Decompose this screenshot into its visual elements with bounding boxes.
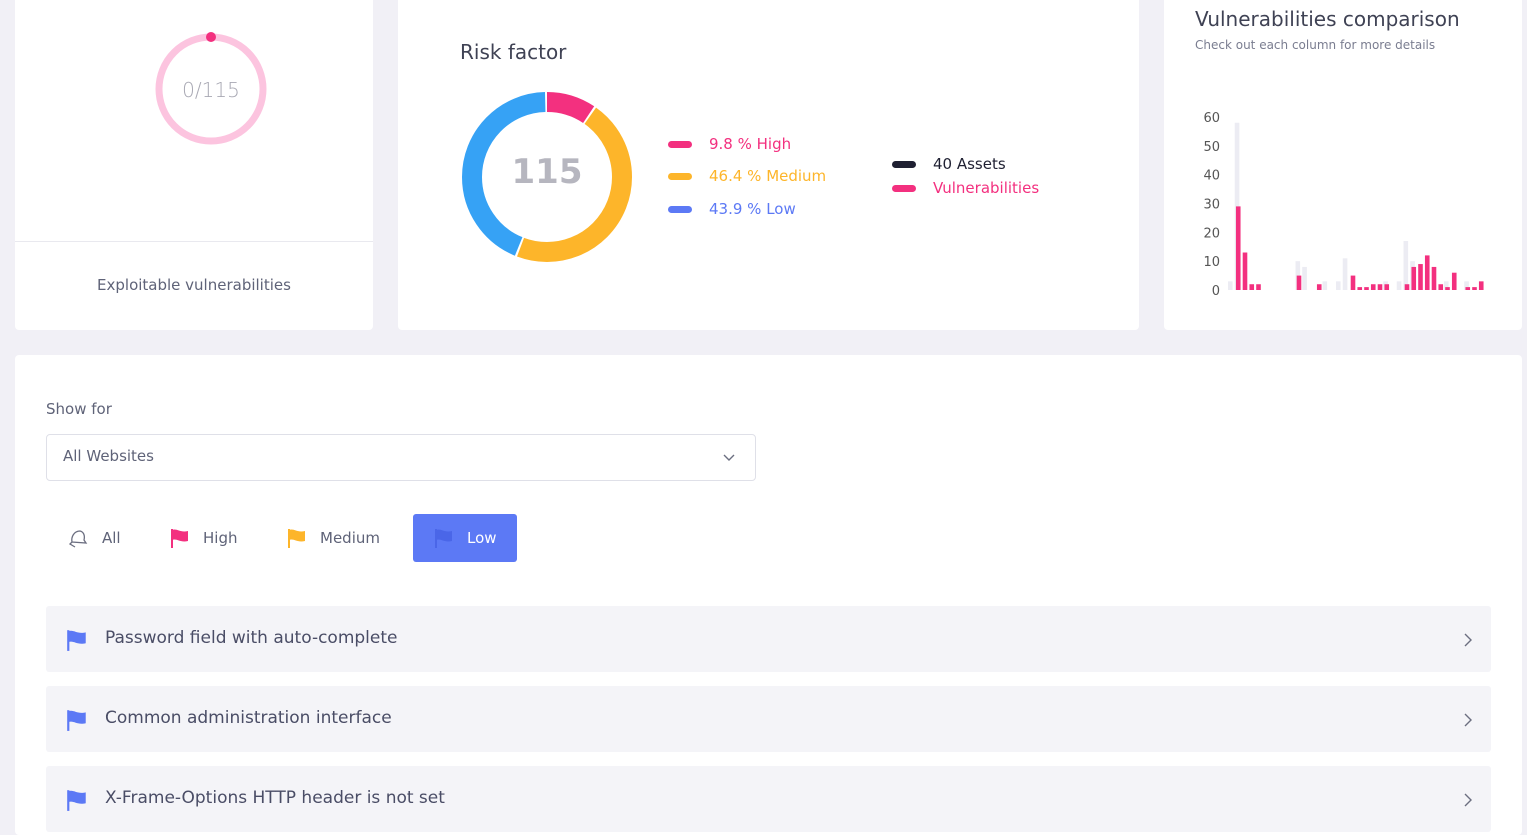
chevron-right-icon — [1464, 633, 1472, 647]
filter-all[interactable]: All — [66, 514, 121, 562]
filter-all-label: All — [102, 529, 121, 547]
bar-vulnerabilities[interactable] — [1472, 287, 1477, 290]
bar-vulnerabilities[interactable] — [1384, 284, 1390, 290]
flag-icon — [67, 710, 86, 731]
bell-icon — [68, 530, 88, 548]
bar-vulnerabilities[interactable] — [1256, 284, 1261, 290]
bar-vulnerabilities[interactable] — [1235, 206, 1241, 290]
filter-medium[interactable]: Medium — [286, 514, 380, 562]
y-tick-label: 10 — [1203, 255, 1220, 270]
bar-vulnerabilities[interactable] — [1296, 275, 1302, 290]
bar-vulnerabilities[interactable] — [1350, 275, 1356, 290]
legend-label-vulnerabilities: Vulnerabilities — [933, 179, 1040, 197]
legend-medium: 46.4 % Medium — [668, 166, 826, 186]
bar-assets[interactable] — [1322, 281, 1328, 290]
bar-assets[interactable] — [1403, 240, 1409, 290]
flag-icon — [288, 529, 305, 548]
chevron-down-icon — [723, 454, 735, 461]
bar-vulnerabilities[interactable] — [1242, 252, 1248, 290]
filter-medium-label: Medium — [320, 529, 380, 547]
y-tick-label: 0 — [1212, 284, 1220, 299]
legend-pill-vulnerabilities — [892, 184, 916, 192]
bar-vulnerabilities[interactable] — [1370, 284, 1376, 290]
bar-vulnerabilities[interactable] — [1404, 284, 1410, 290]
vulnerability-title: Common administration interface — [105, 708, 392, 728]
bar-assets[interactable] — [1342, 258, 1348, 290]
flag-icon — [171, 529, 188, 548]
flag-icon — [67, 630, 86, 651]
vulnerability-row[interactable]: X-Frame-Options HTTP header is not set — [46, 766, 1491, 832]
bar-vulnerabilities[interactable] — [1377, 284, 1383, 290]
legend-vulnerabilities: Vulnerabilities — [892, 178, 1039, 198]
risk-donut-chart[interactable] — [398, 0, 658, 294]
risk-factor-card: Risk factor 115 9.8 % High 46.4 % Medium… — [398, 0, 1139, 330]
vulnerability-row[interactable]: Password field with auto-complete — [46, 606, 1491, 672]
exploitable-ring-chart — [155, 32, 267, 145]
website-select[interactable]: All Websites — [46, 434, 756, 481]
chevron-right-icon — [1464, 713, 1472, 727]
bar-assets[interactable] — [1302, 266, 1307, 290]
legend-label-low: 43.9 % Low — [709, 200, 796, 218]
bar-vulnerabilities[interactable] — [1418, 264, 1423, 290]
bar-vulnerabilities[interactable] — [1451, 272, 1457, 290]
divider — [15, 241, 373, 242]
filter-high-label: High — [203, 529, 238, 547]
legend-pill-high — [668, 140, 692, 148]
y-tick-label: 50 — [1203, 140, 1220, 155]
exploitable-ring-dot — [206, 32, 216, 42]
bar-vulnerabilities[interactable] — [1478, 281, 1484, 290]
bar-assets[interactable] — [1336, 281, 1341, 290]
website-select-value: All Websites — [63, 447, 154, 465]
vulnerability-title: X-Frame-Options HTTP header is not set — [105, 788, 445, 808]
bar-vulnerabilities[interactable] — [1364, 287, 1369, 290]
legend-high: 9.8 % High — [668, 134, 791, 154]
vulnerabilities-comparison-card: Vulnerabilities comparison Check out eac… — [1164, 0, 1522, 330]
filter-low-label: Low — [467, 529, 497, 547]
exploitable-vulnerabilities-card: 0/115 Exploitable vulnerabilities — [15, 0, 373, 330]
bar-assets[interactable] — [1396, 281, 1402, 290]
bar-vulnerabilities[interactable] — [1465, 287, 1471, 290]
legend-label-high: 9.8 % High — [709, 135, 792, 153]
legend-pill-medium — [668, 172, 692, 180]
bar-vulnerabilities[interactable] — [1438, 284, 1444, 290]
legend-pill-low — [668, 205, 692, 213]
flag-icon — [435, 529, 452, 548]
y-tick-label: 20 — [1203, 226, 1220, 241]
y-tick-label: 30 — [1203, 198, 1220, 213]
flag-icon — [67, 790, 86, 811]
bar-vulnerabilities[interactable] — [1357, 287, 1363, 290]
filter-high[interactable]: High — [169, 514, 237, 562]
legend-low: 43.9 % Low — [668, 199, 796, 219]
show-for-label: Show for — [46, 400, 112, 418]
bar-vulnerabilities[interactable] — [1411, 266, 1417, 290]
legend-pill-assets — [892, 160, 916, 168]
vulnerability-list-card: Show for All Websites All High Medium Lo… — [15, 355, 1522, 835]
risk-total: 115 — [511, 152, 583, 192]
bar-vulnerabilities[interactable] — [1249, 284, 1255, 290]
exploitable-count: 0/115 — [182, 78, 240, 102]
exploitable-label: Exploitable vulnerabilities — [97, 276, 291, 294]
y-tick-label: 60 — [1203, 111, 1220, 126]
bar-vulnerabilities[interactable] — [1316, 284, 1322, 290]
bar-vulnerabilities[interactable] — [1431, 266, 1437, 290]
chevron-right-icon — [1464, 793, 1472, 807]
y-tick-label: 40 — [1203, 169, 1220, 184]
bar-vulnerabilities[interactable] — [1424, 255, 1430, 290]
legend-assets: 40 Assets — [892, 154, 1006, 174]
bar-vulnerabilities[interactable] — [1445, 287, 1450, 290]
legend-label-assets: 40 Assets — [933, 155, 1006, 173]
vulnerability-row[interactable]: Common administration interface — [46, 686, 1491, 752]
filter-low[interactable]: Low — [413, 514, 517, 562]
comparison-bar-chart[interactable]: 60 50 40 30 20 10 0 — [1164, 0, 1522, 330]
vulnerability-title: Password field with auto-complete — [105, 628, 398, 648]
legend-label-medium: 46.4 % Medium — [709, 167, 827, 185]
bar-assets[interactable] — [1228, 281, 1233, 290]
